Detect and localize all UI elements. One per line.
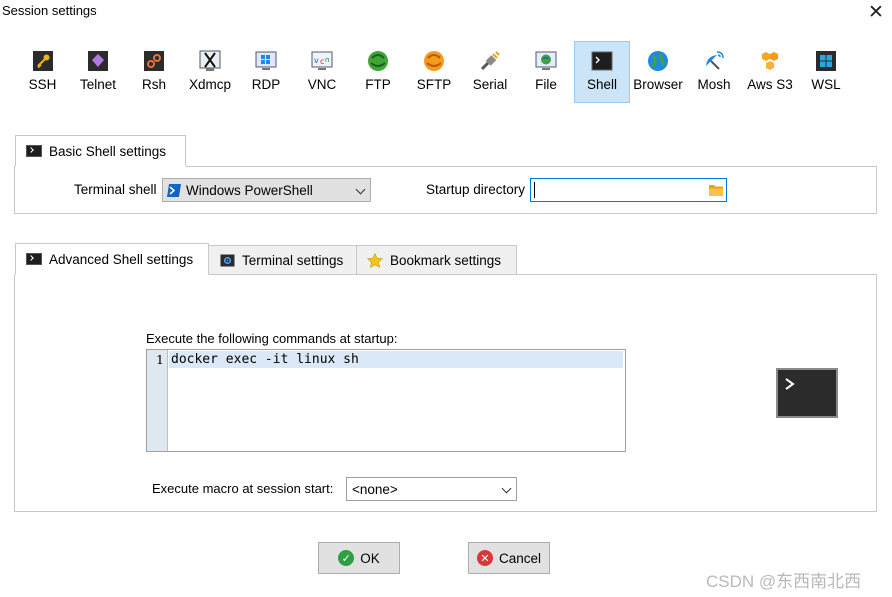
tab-label: Advanced Shell settings: [49, 251, 194, 267]
toolbar-label: Telnet: [79, 77, 117, 92]
toolbar-label: Browser: [633, 77, 683, 92]
startup-commands-label: Execute the following commands at startu…: [146, 331, 398, 346]
watermark: CSDN @东西南北西: [706, 572, 862, 591]
chevron-down-icon: [501, 483, 512, 494]
command-line: docker exec -it linux sh: [169, 351, 623, 368]
cancel-icon: ✕: [476, 550, 493, 566]
tab-terminal-settings[interactable]: Terminal settings: [208, 245, 357, 275]
toolbar-shell-button[interactable]: Shell: [574, 41, 630, 103]
star-icon: [367, 252, 383, 268]
rdp-icon: [255, 50, 277, 72]
toolbar-xdmcp-button[interactable]: Xdmcp: [182, 41, 238, 103]
toolbar-vnc-button[interactable]: vcn VNC: [294, 41, 350, 103]
close-button[interactable]: ✕: [860, 0, 892, 25]
toolbar-label: VNC: [307, 77, 337, 92]
macro-value: <none>: [352, 481, 398, 497]
line-number-gutter: 1: [147, 350, 168, 451]
terminal-icon: [26, 252, 42, 266]
rsh-icon: [143, 50, 165, 72]
toolbar-label: FTP: [365, 77, 391, 92]
toolbar-telnet-button[interactable]: Telnet: [70, 41, 126, 103]
terminal-shell-value: Windows PowerShell: [186, 182, 313, 198]
close-icon: ✕: [868, 1, 884, 23]
svg-text:c: c: [320, 57, 324, 66]
terminal-icon: [591, 50, 613, 72]
toolbar-label: Mosh: [697, 77, 731, 92]
xdmcp-icon: [199, 50, 221, 72]
toolbar-label: Serial: [472, 77, 508, 92]
chevron-down-icon: [355, 184, 366, 195]
toolbar-label: SSH: [28, 77, 57, 92]
toolbar-wsl-button[interactable]: WSL: [798, 41, 854, 103]
ok-button[interactable]: ✓ OK: [318, 542, 400, 574]
tab-basic-shell-settings[interactable]: Basic Shell settings: [15, 135, 186, 167]
key-icon: [32, 50, 54, 72]
folder-icon[interactable]: [708, 183, 724, 200]
toolbar-label: Shell: [586, 77, 618, 92]
terminal-icon: [26, 144, 42, 158]
toolbar-ftp-button[interactable]: FTP: [350, 41, 406, 103]
window-title: Session settings: [2, 3, 97, 18]
toolbar-browser-button[interactable]: Browser: [630, 41, 686, 103]
toolbar-label: Rsh: [141, 77, 166, 92]
macro-select[interactable]: <none>: [346, 477, 517, 501]
toolbar-sftp-button[interactable]: SFTP: [406, 41, 462, 103]
tab-bookmark-settings[interactable]: Bookmark settings: [356, 245, 517, 275]
toolbar-label: WSL: [811, 77, 841, 92]
tab-advanced-shell-settings[interactable]: Advanced Shell settings: [15, 243, 209, 275]
tab-label: Basic Shell settings: [49, 143, 167, 159]
toolbar-aws-s3-button[interactable]: Aws S3: [742, 41, 798, 103]
toolbar-label: File: [535, 77, 557, 92]
tab-label: Terminal settings: [242, 252, 344, 268]
aws-s3-icon: [759, 50, 781, 72]
toolbar-label: Xdmcp: [188, 77, 232, 92]
line-number: 1: [156, 352, 164, 367]
toolbar-label: RDP: [251, 77, 281, 92]
toolbar-rsh-button[interactable]: Rsh: [126, 41, 182, 103]
satellite-icon: [703, 50, 725, 72]
svg-text:n: n: [325, 56, 329, 64]
terminal-settings-icon: [219, 253, 235, 267]
cancel-button[interactable]: ✕ Cancel: [468, 542, 550, 574]
shell-terminal-icon: [776, 368, 838, 418]
text-caret: [534, 182, 535, 198]
sftp-icon: [423, 50, 445, 72]
toolbar-rdp-button[interactable]: RDP: [238, 41, 294, 103]
toolbar-mosh-button[interactable]: Mosh: [686, 41, 742, 103]
checkmark-icon: ✓: [338, 550, 355, 566]
ftp-icon: [367, 50, 389, 72]
serial-plug-icon: [479, 50, 501, 72]
file-icon: [535, 50, 557, 72]
terminal-shell-label: Terminal shell: [74, 182, 157, 197]
toolbar-serial-button[interactable]: Serial: [462, 41, 518, 103]
telnet-icon: [87, 50, 109, 72]
toolbar-ssh-button[interactable]: SSH: [15, 41, 70, 103]
toolbar-label: SFTP: [416, 77, 452, 92]
toolbar-label: Aws S3: [747, 77, 793, 92]
vnc-icon: vcn: [311, 50, 333, 72]
ok-label: OK: [360, 550, 380, 566]
startup-commands-editor[interactable]: 1 docker exec -it linux sh: [146, 349, 626, 452]
globe-icon: [647, 50, 669, 72]
startup-directory-input[interactable]: [530, 178, 727, 202]
terminal-shell-select[interactable]: Windows PowerShell: [162, 178, 371, 202]
svg-text:v: v: [314, 56, 319, 65]
tab-label: Bookmark settings: [390, 252, 502, 268]
powershell-icon: [167, 183, 181, 197]
cancel-label: Cancel: [498, 550, 542, 566]
startup-directory-label: Startup directory: [426, 182, 526, 197]
macro-label: Execute macro at session start:: [152, 481, 334, 496]
toolbar-file-button[interactable]: File: [518, 41, 574, 103]
windows-icon: [815, 50, 837, 72]
